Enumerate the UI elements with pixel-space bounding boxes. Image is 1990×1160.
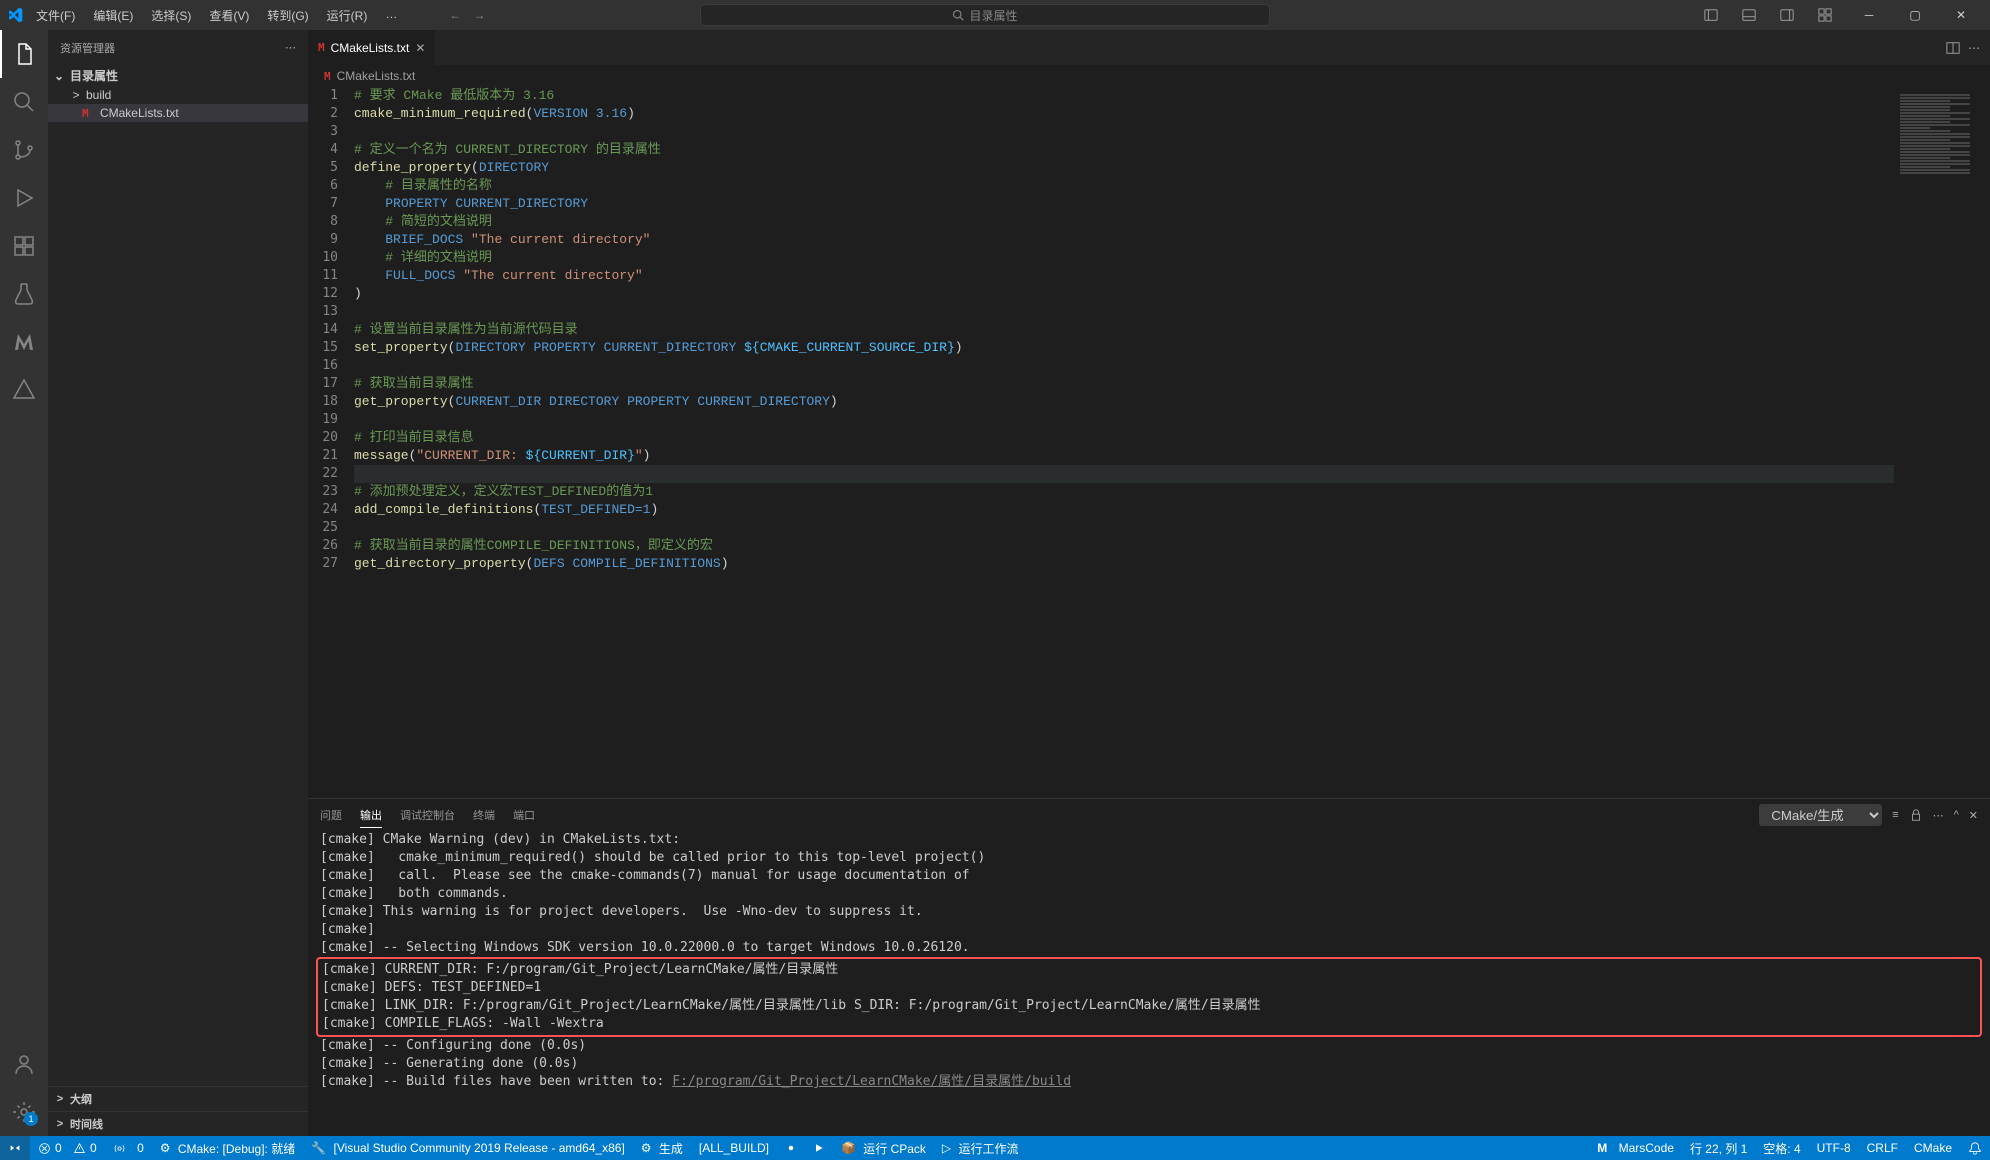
editor-area[interactable]: 1234567891011121314151617181920212223242… (308, 87, 1990, 798)
status-cursor[interactable]: 行 22, 列 1 (1682, 1136, 1755, 1160)
filter-icon[interactable]: ≡ (1892, 809, 1898, 821)
layout-bottom-icon[interactable] (1732, 0, 1766, 30)
menu-selection[interactable]: 选择(S) (143, 3, 199, 28)
status-eol[interactable]: CRLF (1859, 1136, 1906, 1160)
menu-run[interactable]: 运行(R) (319, 3, 376, 28)
minimize-button[interactable]: ─ (1846, 0, 1892, 30)
tab-close-icon[interactable]: ✕ (415, 41, 425, 55)
settings-icon[interactable]: 1 (0, 1088, 48, 1136)
layout-customize-icon[interactable] (1808, 0, 1842, 30)
panel: 问题 输出 调试控制台 终端 端口 CMake/生成 ≡ ⋯ ^ ✕ [cmak… (308, 798, 1990, 1136)
activity-bar: 1 (0, 30, 48, 1136)
menu-edit[interactable]: 编辑(E) (85, 3, 141, 28)
status-problems[interactable]: 0 0 (30, 1136, 105, 1160)
status-build[interactable]: ⚙ 生成 (633, 1136, 691, 1160)
menu-view[interactable]: 查看(V) (201, 3, 257, 28)
status-debug-launch[interactable] (777, 1136, 805, 1160)
explorer-icon[interactable] (0, 30, 48, 78)
panel-tab-output[interactable]: 输出 (360, 803, 382, 828)
timeline-section[interactable]: 时间线 (48, 1111, 308, 1136)
editor-tabs: M CMakeLists.txt ✕ ⋯ (308, 30, 1990, 65)
status-notifications-icon[interactable] (1960, 1136, 1990, 1160)
panel-tab-ports[interactable]: 端口 (513, 803, 535, 827)
status-launch[interactable] (805, 1136, 833, 1160)
minimap[interactable] (1894, 87, 1990, 798)
output-content[interactable]: [cmake] CMake Warning (dev) in CMakeList… (308, 831, 1990, 1136)
run-debug-icon[interactable] (0, 174, 48, 222)
title-bar: 文件(F) 编辑(E) 选择(S) 查看(V) 转到(G) 运行(R) … ← … (0, 0, 1990, 30)
testing-icon[interactable] (0, 270, 48, 318)
editor-tab[interactable]: M CMakeLists.txt ✕ (308, 30, 436, 65)
maximize-button[interactable]: ▢ (1892, 0, 1938, 30)
search-icon[interactable] (0, 78, 48, 126)
panel-tab-problems[interactable]: 问题 (320, 803, 342, 827)
panel-tab-terminal[interactable]: 终端 (473, 803, 495, 827)
vscode-logo-icon (6, 6, 24, 24)
account-icon[interactable] (0, 1040, 48, 1088)
menu-file[interactable]: 文件(F) (28, 3, 83, 28)
sidebar-more-icon[interactable]: ⋯ (285, 41, 296, 54)
command-center-text: 目录属性 (970, 7, 1018, 24)
tree-item-folder[interactable]: build (48, 86, 308, 104)
layout-right-icon[interactable] (1770, 0, 1804, 30)
settings-badge: 1 (24, 1112, 38, 1126)
panel-tab-debug[interactable]: 调试控制台 (400, 803, 455, 827)
code-content[interactable]: # 要求 CMake 最低版本为 3.16cmake_minimum_requi… (354, 87, 1894, 798)
status-ports[interactable]: 0 (105, 1136, 152, 1160)
marscode-icon[interactable] (0, 318, 48, 366)
tree-item-file[interactable]: M CMakeLists.txt (48, 104, 308, 122)
cmake-file-icon: M (318, 41, 325, 54)
output-channel-select[interactable]: CMake/生成 (1759, 804, 1882, 826)
status-cmake[interactable]: ⚙ CMake: [Debug]: 就绪 (152, 1136, 303, 1160)
status-bar: 0 0 0 ⚙ CMake: [Debug]: 就绪 🔧 [Visual Stu… (0, 1136, 1990, 1160)
status-encoding[interactable]: UTF-8 (1809, 1136, 1859, 1160)
nav-forward-icon[interactable]: → (473, 8, 485, 22)
folder-root[interactable]: 目录属性 (48, 65, 308, 86)
layout-left-icon[interactable] (1694, 0, 1728, 30)
tab-more-icon[interactable]: ⋯ (1968, 41, 1980, 55)
panel-more-icon[interactable]: ⋯ (1933, 809, 1944, 822)
cmake-icon[interactable] (0, 366, 48, 414)
line-gutter: 1234567891011121314151617181920212223242… (308, 87, 354, 798)
menu-bar: 文件(F) 编辑(E) 选择(S) 查看(V) 转到(G) 运行(R) … (28, 3, 405, 28)
cmake-file-icon: M (82, 107, 89, 120)
panel-maximize-icon[interactable]: ^ (1954, 809, 1959, 821)
status-kit[interactable]: 🔧 [Visual Studio Community 2019 Release … (303, 1136, 633, 1160)
sidebar: 资源管理器 ⋯ 目录属性 build M CMakeLists.txt 大纲 时… (48, 30, 308, 1136)
cmake-file-icon: M (324, 70, 331, 83)
status-workflow[interactable]: ▷ 运行工作流 (934, 1136, 1027, 1160)
status-indent[interactable]: 空格: 4 (1755, 1136, 1808, 1160)
split-editor-icon[interactable] (1946, 41, 1960, 55)
outline-section[interactable]: 大纲 (48, 1086, 308, 1111)
search-icon (952, 9, 964, 21)
status-marscode[interactable]: M MarsCode (1589, 1136, 1682, 1160)
close-window-button[interactable]: ✕ (1938, 0, 1984, 30)
lock-scroll-icon[interactable] (1909, 808, 1923, 822)
panel-close-icon[interactable]: ✕ (1969, 809, 1978, 822)
nav-back-icon[interactable]: ← (449, 8, 461, 22)
extensions-icon[interactable] (0, 222, 48, 270)
status-cpack[interactable]: 📦 运行 CPack (833, 1136, 934, 1160)
menu-go[interactable]: 转到(G) (259, 3, 316, 28)
command-center[interactable]: 目录属性 (700, 4, 1270, 26)
sidebar-title: 资源管理器 (60, 40, 277, 56)
status-language[interactable]: CMake (1906, 1136, 1960, 1160)
remote-indicator[interactable] (0, 1136, 30, 1160)
tab-label: CMakeLists.txt (331, 41, 410, 55)
source-control-icon[interactable] (0, 126, 48, 174)
status-target[interactable]: [ALL_BUILD] (691, 1136, 777, 1160)
breadcrumbs[interactable]: M CMakeLists.txt (308, 65, 1990, 87)
menu-overflow[interactable]: … (377, 3, 405, 28)
